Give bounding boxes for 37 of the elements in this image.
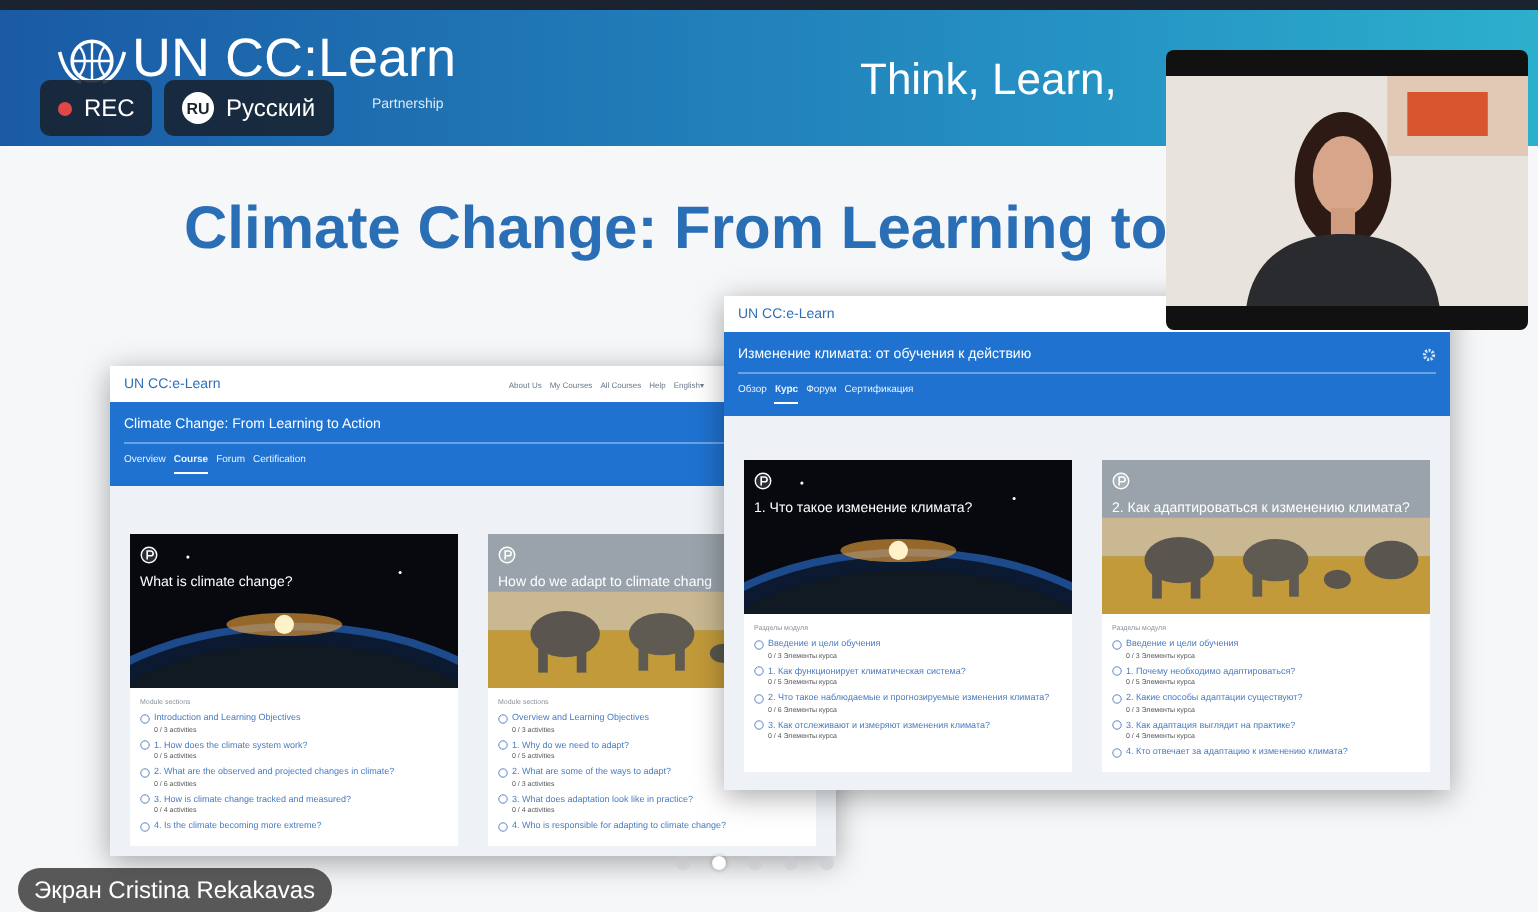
section-icon (1112, 747, 1122, 757)
section-icon (498, 713, 508, 723)
screen-share-label: Экран Cristina Rekakavas (18, 868, 332, 912)
language-label: Русский (226, 94, 316, 122)
section-icon (1112, 720, 1122, 730)
section-icon (754, 693, 764, 703)
section-icon (754, 639, 764, 649)
settings-icon[interactable] (1422, 348, 1436, 362)
section-icon (140, 740, 150, 750)
page-dot[interactable] (784, 856, 798, 870)
language-selector[interactable]: RU Русский (164, 80, 334, 136)
section-icon (754, 666, 764, 676)
section-icon (498, 794, 508, 804)
section-icon (140, 794, 150, 804)
module-badge-icon (140, 546, 158, 564)
section-icon (140, 713, 150, 723)
section-icon (498, 767, 508, 777)
section-icon (1112, 693, 1122, 703)
section-icon (140, 821, 150, 831)
slide-motto: Think, Learn, (860, 54, 1117, 106)
section-icon (498, 821, 508, 831)
module-badge-icon (754, 472, 772, 490)
page-dot[interactable] (820, 856, 834, 870)
module-badge-icon (1112, 472, 1130, 490)
section-icon (1112, 639, 1122, 649)
page-dot[interactable] (676, 856, 690, 870)
section-icon (140, 767, 150, 777)
section-icon (754, 720, 764, 730)
recording-dot-icon (58, 101, 72, 115)
slide-title: Climate Change: From Learning to (184, 196, 1170, 264)
page-dot[interactable] (748, 856, 762, 870)
page-dot[interactable] (712, 856, 726, 870)
section-icon (498, 740, 508, 750)
recording-label: REC (84, 94, 135, 122)
module-badge-icon (498, 546, 516, 564)
section-icon (1112, 666, 1122, 676)
language-code: RU (182, 92, 214, 124)
